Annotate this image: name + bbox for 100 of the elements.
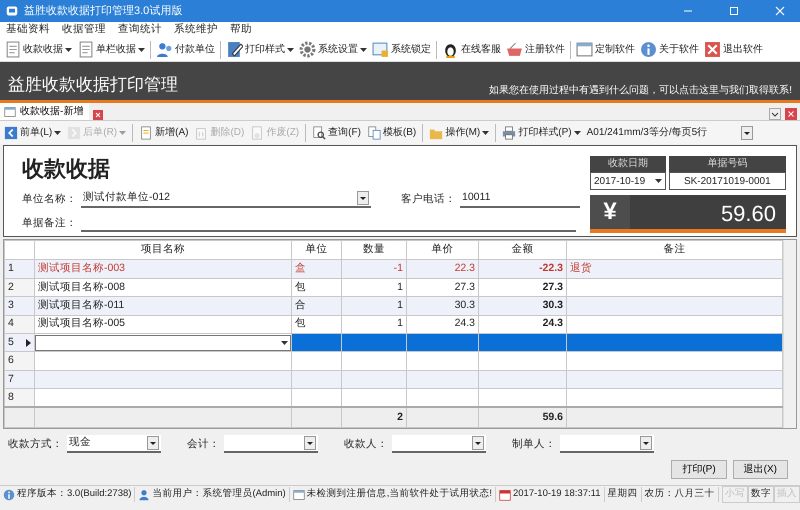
dropdown-field[interactable] (36, 334, 290, 351)
field-header: 单据号码 (668, 156, 786, 172)
user-icon (138, 488, 150, 500)
input-field[interactable]: SK-20171019-0001 (668, 172, 786, 190)
table-cell: 测试项目名称-003 (34, 260, 292, 278)
table-cell: 24.3 (478, 315, 566, 334)
column-header[interactable]: 单位 (292, 240, 342, 260)
table-cell: 30.3 (478, 296, 566, 316)
dropdown-field[interactable] (224, 435, 318, 453)
toolbar-button[interactable]: 系统设置 (297, 41, 369, 58)
table-cell: 测试项目名称-011 (34, 296, 292, 316)
row-number: 6 (8, 353, 14, 368)
row-pointer-icon (26, 338, 31, 347)
document-tab[interactable]: 收款收据-新增 (0, 103, 90, 120)
table-cell: 退货 (566, 260, 782, 278)
caret-icon (360, 48, 367, 52)
app-icon (6, 5, 18, 17)
new-document-icon (139, 126, 154, 140)
menu-item[interactable]: 帮助 (230, 22, 252, 38)
column-header[interactable]: 单价 (406, 240, 478, 260)
caret-icon (138, 48, 145, 52)
status-text: 农历：八月三十 (644, 487, 714, 502)
date-picker[interactable]: 2017-10-19 (590, 172, 666, 190)
menu-item[interactable]: 基础资料 (6, 22, 50, 38)
selected-row[interactable]: 5 (4, 333, 782, 352)
dropdown-field[interactable] (560, 435, 654, 453)
row-number: 4 (8, 316, 14, 332)
scrollbar[interactable] (783, 240, 796, 428)
dropdown-field[interactable] (392, 435, 486, 453)
table-cell: -22.3 (478, 260, 566, 278)
row-number: 3 (8, 298, 14, 313)
dialog-button[interactable]: 退出(X) (732, 460, 788, 478)
document-icon (4, 41, 21, 58)
status-text: 当前用户：系统管理员(Admin) (152, 487, 286, 502)
basket-icon (506, 41, 523, 58)
dropdown-field[interactable]: 现金 (67, 435, 161, 453)
template-icon (366, 126, 381, 140)
toolbar-button[interactable]: 关于软件 (638, 41, 701, 58)
dropdown-field[interactable]: 测试付款单位-012 (81, 190, 371, 208)
toolbar-button[interactable]: 查询(F) (310, 125, 363, 140)
gear-icon (299, 41, 316, 58)
window-icon (292, 488, 305, 500)
close-icon[interactable] (785, 108, 797, 120)
window-title: 益胜收款收据打印管理3.0试用版 (24, 4, 184, 19)
printer-icon (502, 126, 516, 140)
menu-item[interactable]: 收据管理 (62, 22, 106, 38)
field-header: 收款日期 (590, 156, 666, 172)
status-text: 未检测到注册信息,当前软件处于试用状态! (306, 487, 492, 502)
toolbar-button[interactable]: 打印样式 (224, 41, 296, 58)
close-icon (704, 41, 721, 58)
info-icon (640, 41, 657, 58)
table-cell: -1 (342, 260, 406, 278)
table-cell: 24.3 (406, 315, 478, 334)
total-cell: 2 (342, 407, 406, 428)
input-field[interactable]: 10011 (460, 190, 580, 208)
table-cell: 30.3 (406, 296, 478, 316)
chevron-down-icon[interactable] (769, 108, 781, 120)
close-icon[interactable] (93, 110, 104, 120)
toolbar-button[interactable]: 定制软件 (574, 41, 637, 58)
table-cell: 测试项目名称-005 (34, 315, 292, 334)
toolbar-button[interactable]: 新增(A) (137, 125, 190, 140)
table-cell: 盒 (292, 260, 342, 278)
toolbar-button[interactable]: 在线客服 (440, 41, 503, 58)
form-title: 收款收据 (22, 155, 111, 183)
toolbar-button[interactable]: 退出软件 (702, 41, 765, 58)
caret-icon (287, 48, 294, 52)
menu-item[interactable]: 查询统计 (118, 22, 162, 38)
column-header[interactable]: 备注 (566, 240, 782, 260)
window-icon (576, 41, 593, 58)
column-header[interactable]: 项目名称 (34, 240, 292, 260)
maximize-icon[interactable] (728, 5, 740, 17)
toolbar-button[interactable]: 注册软件 (504, 41, 567, 58)
row-number: 7 (8, 372, 14, 387)
row-number: 2 (8, 280, 14, 295)
contact-link[interactable]: 如果您在使用过程中有遇到什么问题，可以点击这里与我们取得联系! (489, 83, 800, 100)
toolbar-button[interactable]: 操作(M) (427, 125, 492, 140)
toolbar-button[interactable]: 打印样式(P) (500, 125, 583, 140)
toolbar-button[interactable]: 付款单位 (154, 41, 217, 58)
banner-title: 益胜收款收据打印管理 (7, 74, 178, 96)
key-indicator: 数字 (748, 486, 774, 503)
close-icon[interactable] (774, 5, 786, 17)
column-header[interactable]: 金额 (478, 240, 566, 260)
table-cell: 合 (292, 296, 342, 316)
toolbar-button[interactable]: 模板(B) (364, 125, 418, 140)
field-label: 收款人： (344, 437, 388, 452)
total-amount: 59.60 (720, 200, 777, 228)
toolbar-button[interactable]: 前单(L) (2, 125, 64, 140)
status-text: 星期四 (608, 487, 638, 502)
dialog-button[interactable]: 打印(P) (671, 460, 727, 478)
toolbar-button[interactable]: 单栏收据 (75, 41, 147, 58)
column-header[interactable]: 数量 (342, 240, 406, 260)
field-label: 单位名称： (22, 192, 77, 208)
document-icon (77, 41, 94, 58)
toolbar-button[interactable]: 收款收据 (2, 41, 74, 58)
menu-item[interactable]: 系统维护 (174, 22, 218, 38)
status-text: 2017-10-19 18:37:11 (512, 487, 600, 502)
search-icon (312, 126, 326, 140)
toolbar-button[interactable]: 系统锁定 (370, 41, 433, 58)
table-cell: 1 (342, 296, 406, 316)
print-style-dropdown[interactable]: A01/241mm/3等分/每页5行 (584, 124, 755, 142)
